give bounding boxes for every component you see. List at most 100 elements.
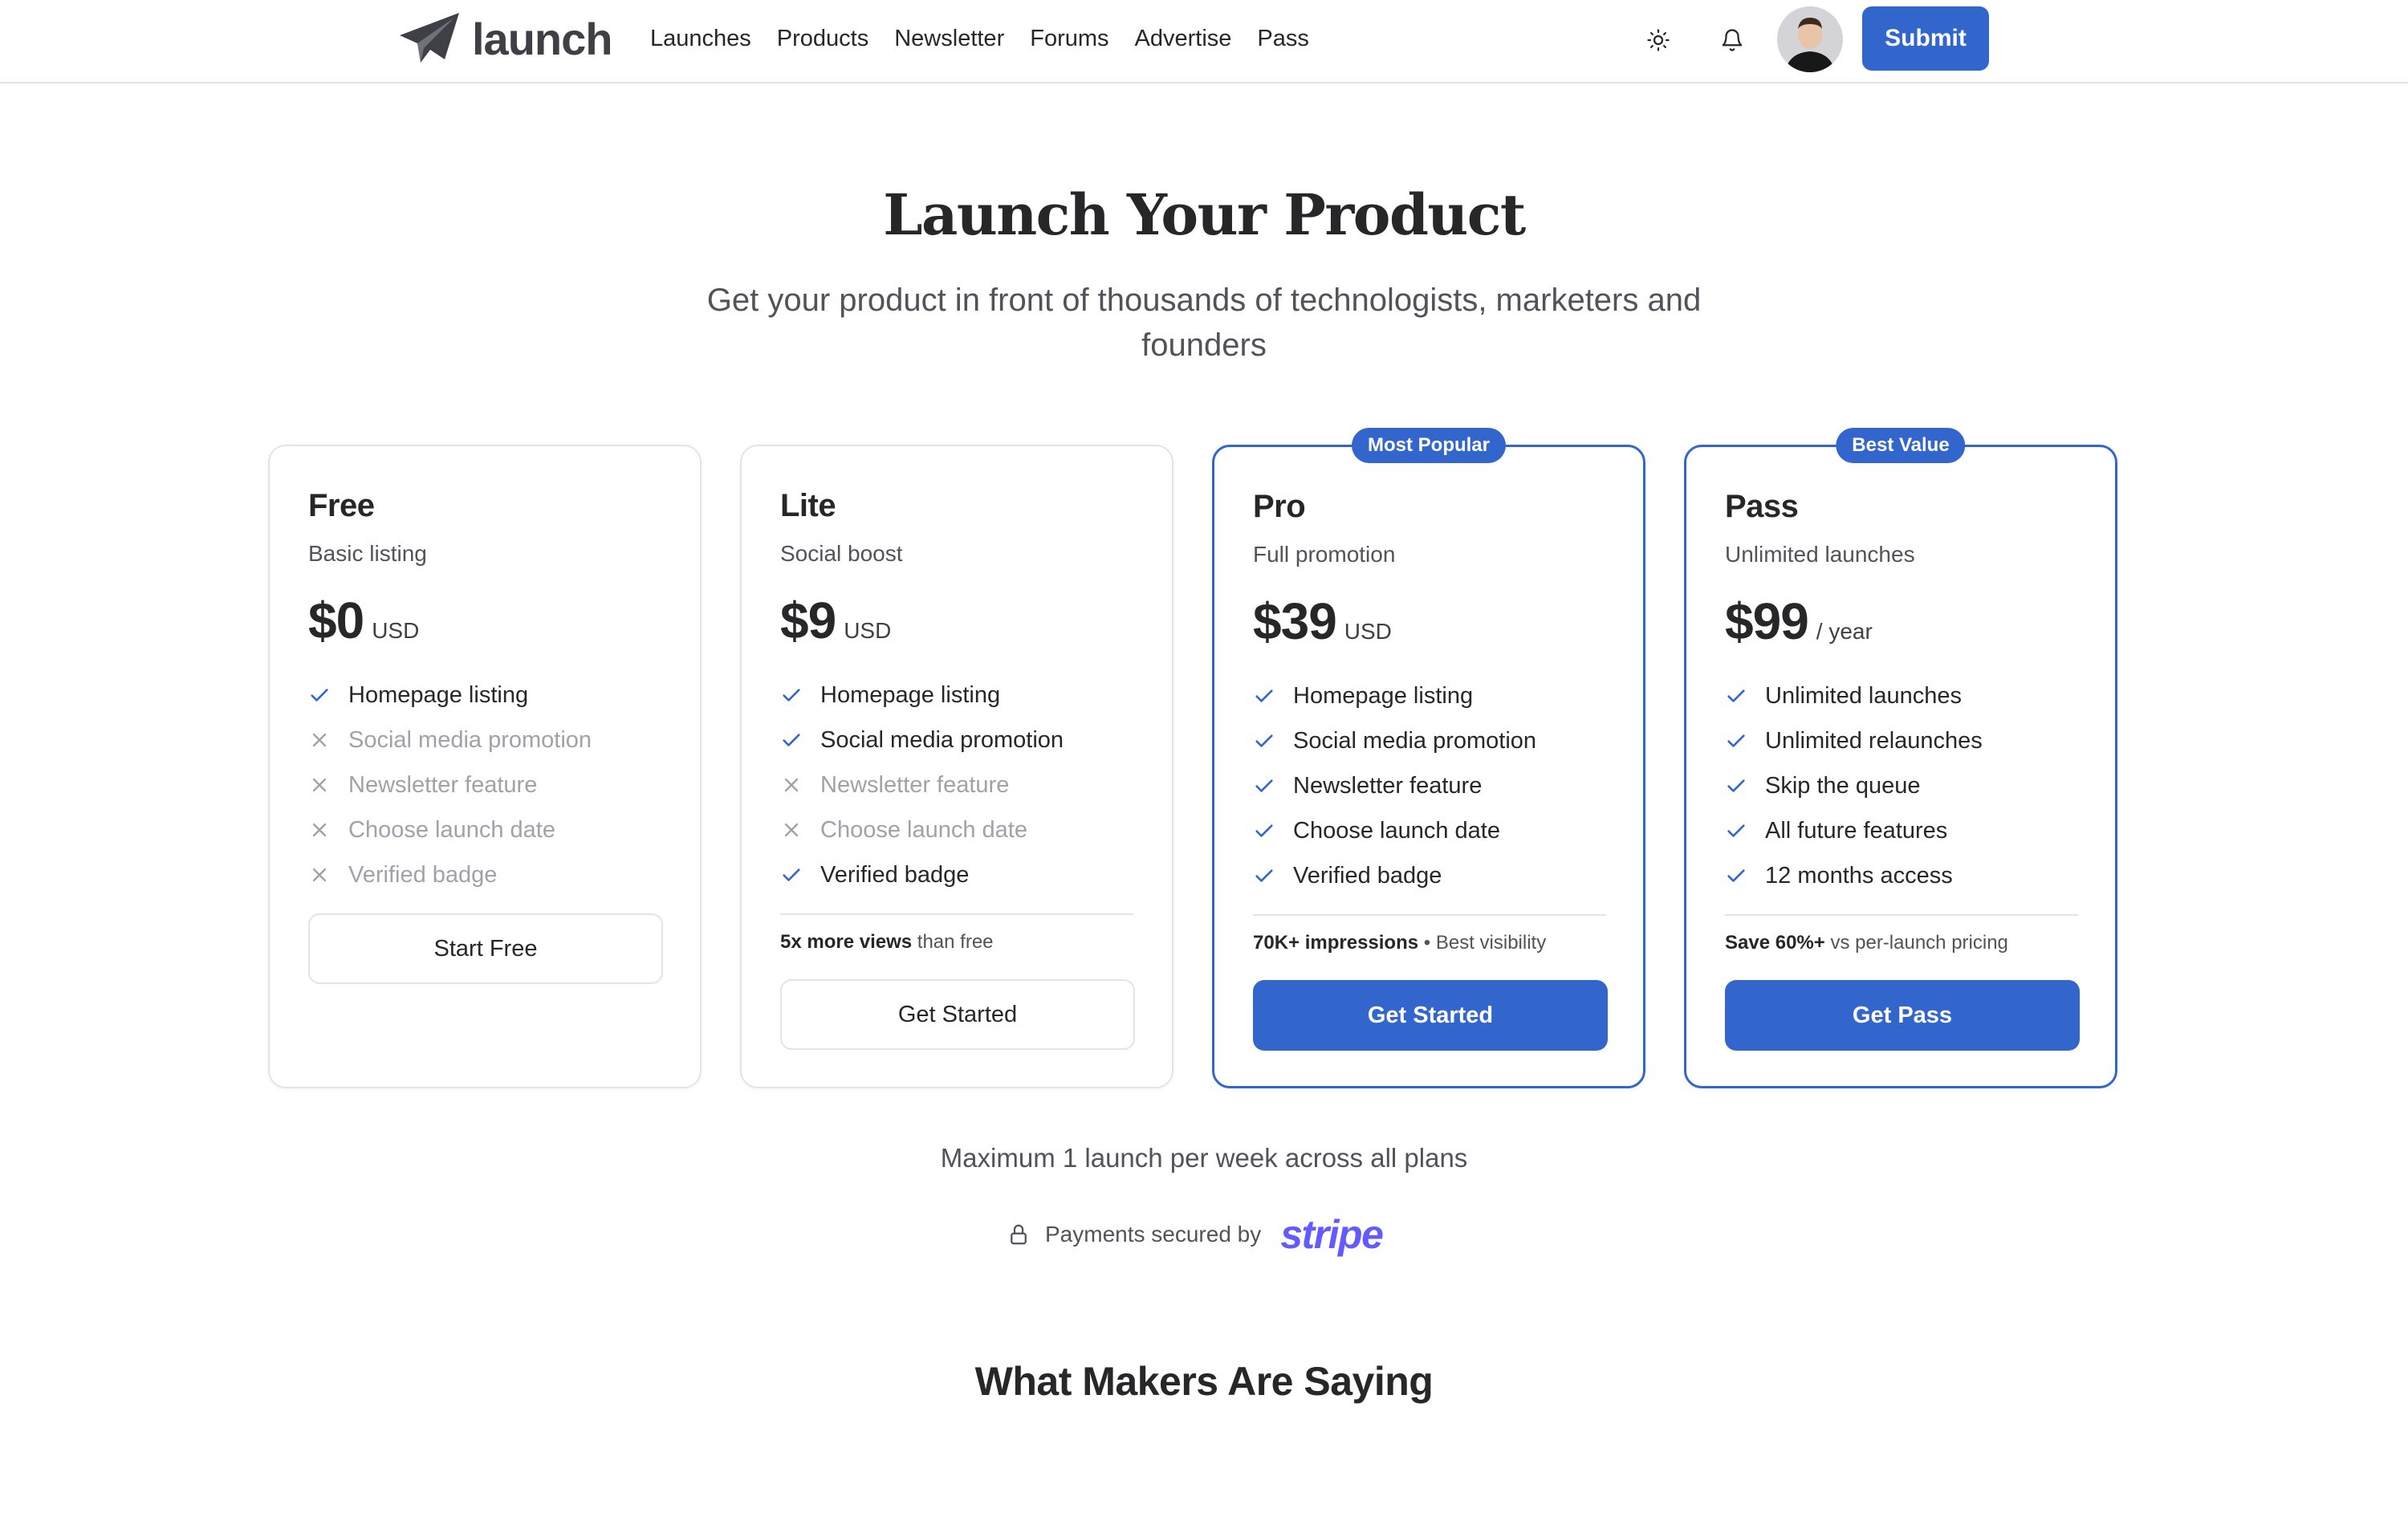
- plan-note-highlight: 70K+ impressions: [1253, 932, 1419, 954]
- feature-label: Verified badge: [820, 861, 970, 888]
- feature-item: Homepage listing: [308, 673, 592, 718]
- price-unit: USD: [1344, 619, 1392, 644]
- paper-plane-icon: [400, 13, 459, 63]
- sun-icon: [1647, 29, 1670, 51]
- get-started-button[interactable]: Get Started: [780, 979, 1135, 1050]
- price-amount: $39: [1253, 592, 1337, 650]
- feature-list: Unlimited launches Unlimited relaunches …: [1725, 673, 1983, 898]
- feature-item: Social media promotion: [1253, 718, 1536, 763]
- plan-note-text: than free: [912, 931, 994, 953]
- nav-advertise[interactable]: Advertise: [1135, 22, 1232, 55]
- plan-card-lite: Lite Social boost $9 USD Homepage listin…: [740, 445, 1173, 1088]
- x-icon: [312, 733, 327, 747]
- start-free-button[interactable]: Start Free: [308, 913, 663, 984]
- x-icon: [312, 823, 327, 837]
- plan-note: Save 60%+ vs per-launch pricing: [1725, 932, 2008, 954]
- x-icon: [784, 778, 799, 792]
- plan-name: Lite: [780, 488, 836, 523]
- testimonials-heading: What Makers Are Saying: [974, 1359, 1434, 1404]
- feature-item: Verified badge: [780, 852, 1064, 897]
- top-navigation-bar: launch Launches Products Newsletter Foru…: [0, 0, 2408, 83]
- feature-label: Newsletter feature: [1293, 772, 1483, 799]
- feature-label: Social media promotion: [348, 726, 592, 753]
- check-icon: [783, 868, 800, 881]
- page-title: Launch Your Product: [883, 181, 1526, 248]
- feature-label: Homepage listing: [348, 681, 529, 708]
- x-icon: [784, 823, 799, 837]
- get-pass-button[interactable]: Get Pass: [1725, 980, 2080, 1051]
- price-amount: $0: [308, 592, 364, 649]
- plan-price: $39 USD: [1253, 592, 1392, 651]
- plan-description: Basic listing: [308, 541, 427, 566]
- launch-limit-note: Maximum 1 launch per week across all pla…: [940, 1143, 1468, 1173]
- feature-item: Unlimited relaunches: [1725, 718, 1983, 763]
- check-icon: [1727, 779, 1745, 792]
- theme-toggle-button[interactable]: [1636, 18, 1681, 63]
- nav-forums[interactable]: Forums: [1030, 22, 1108, 55]
- feature-label: Unlimited launches: [1765, 682, 1963, 709]
- plan-price: $9 USD: [780, 591, 891, 650]
- feature-item: Verified badge: [308, 852, 592, 897]
- feature-item: Newsletter feature: [308, 763, 592, 807]
- divider: [1253, 914, 1606, 916]
- logo-link[interactable]: launch: [398, 10, 612, 67]
- submit-button[interactable]: Submit: [1862, 6, 1989, 71]
- feature-list: Homepage listing Social media promotion …: [780, 673, 1064, 897]
- plan-note-text: vs per-launch pricing: [1824, 932, 2008, 954]
- plan-note-highlight: 5x more views: [780, 931, 913, 953]
- check-icon: [1255, 734, 1273, 747]
- plan-description: Unlimited launches: [1725, 542, 1915, 567]
- nav-pass[interactable]: Pass: [1257, 22, 1308, 55]
- plan-name: Free: [308, 488, 375, 523]
- feature-list: Homepage listing Social media promotion …: [1253, 673, 1536, 898]
- nav-products[interactable]: Products: [777, 22, 868, 55]
- stripe-logo: stripe: [1280, 1212, 1384, 1257]
- check-icon: [311, 689, 328, 702]
- nav-newsletter[interactable]: Newsletter: [894, 22, 1004, 55]
- get-started-button[interactable]: Get Started: [1253, 980, 1608, 1051]
- plan-price: $0 USD: [308, 591, 419, 650]
- plan-name: Pass: [1725, 489, 1799, 524]
- check-icon: [1727, 869, 1745, 882]
- price-unit: USD: [372, 618, 420, 643]
- feature-item: Homepage listing: [780, 673, 1064, 718]
- best-value-badge: Best Value: [1836, 428, 1966, 463]
- payment-security-note: Payments secured by stripe: [1007, 1210, 1384, 1259]
- plan-note: 5x more views than free: [780, 931, 994, 954]
- feature-label: Social media promotion: [1293, 727, 1537, 754]
- plan-card-pass: Best Value Pass Unlimited launches $99 /…: [1684, 428, 2117, 1088]
- user-avatar[interactable]: [1777, 6, 1843, 72]
- feature-item: Unlimited launches: [1725, 673, 1983, 718]
- feature-label: Unlimited relaunches: [1765, 727, 1983, 754]
- check-icon: [1255, 869, 1273, 882]
- feature-label: Choose launch date: [348, 816, 555, 843]
- x-icon: [312, 778, 327, 792]
- bell-icon: [1722, 29, 1743, 51]
- feature-label: Choose launch date: [820, 816, 1027, 843]
- feature-label: Verified badge: [348, 861, 498, 888]
- lock-icon: [1011, 1224, 1027, 1245]
- most-popular-badge: Most Popular: [1351, 428, 1507, 463]
- price-amount: $9: [780, 592, 836, 649]
- price-unit: / year: [1816, 619, 1873, 644]
- nav-launches[interactable]: Launches: [650, 22, 751, 55]
- feature-label: Verified badge: [1293, 862, 1442, 889]
- price-unit: USD: [844, 618, 892, 643]
- feature-item: 12 months access: [1725, 853, 1983, 898]
- main-nav: Launches Products Newsletter Forums Adve…: [650, 22, 1309, 55]
- feature-label: Choose launch date: [1293, 817, 1500, 844]
- feature-list: Homepage listing Social media promotion …: [308, 673, 592, 897]
- check-icon: [1255, 689, 1273, 702]
- feature-label: Homepage listing: [820, 681, 1001, 708]
- plan-price: $99 / year: [1725, 592, 1873, 651]
- x-icon: [312, 868, 327, 882]
- feature-item: Choose launch date: [308, 807, 592, 852]
- check-icon: [783, 734, 800, 746]
- notifications-button[interactable]: [1710, 18, 1755, 63]
- feature-label: Social media promotion: [820, 726, 1064, 753]
- plan-note: 70K+ impressions • Best visibility: [1253, 932, 1546, 954]
- feature-item: Verified badge: [1253, 853, 1536, 898]
- check-icon: [1255, 779, 1273, 792]
- plan-note-highlight: Save 60%+: [1725, 932, 1825, 954]
- feature-label: Newsletter feature: [348, 771, 538, 798]
